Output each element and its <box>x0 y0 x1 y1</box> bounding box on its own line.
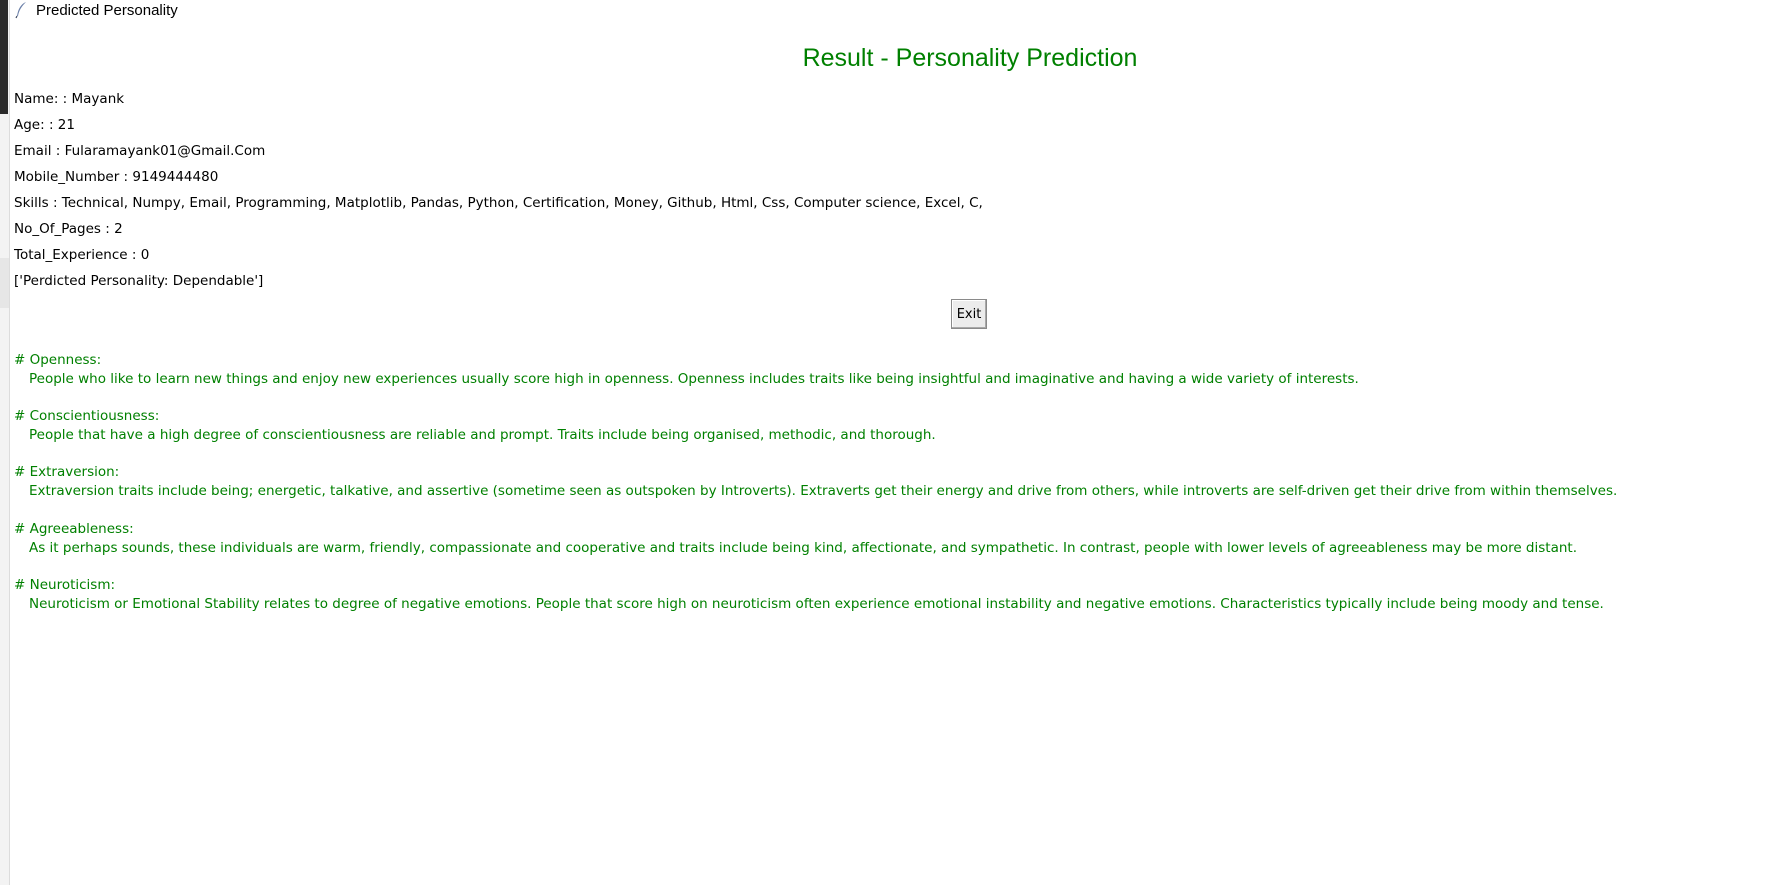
feather-icon <box>14 1 30 19</box>
edge-highlight <box>0 258 9 308</box>
age-line: Age: : 21 <box>14 117 75 133</box>
experience-line: Total_Experience : 0 <box>14 247 150 263</box>
trait-description-extraversion: Extraversion traits include being; energ… <box>29 483 1618 499</box>
prediction-line: ['Perdicted Personality: Dependable'] <box>14 273 264 289</box>
page-title: Result - Personality Prediction <box>802 44 1138 72</box>
email-line: Email : Fularamayank01@Gmail.Com <box>14 143 266 159</box>
title-bar: Predicted Personality <box>14 0 178 20</box>
trait-heading-neuroticism: # Neuroticism: <box>14 577 116 593</box>
trait-heading-conscientiousness: # Conscientiousness: <box>14 408 160 424</box>
skills-line: Skills : Technical, Numpy, Email, Progra… <box>14 195 983 211</box>
window-title: Predicted Personality <box>36 1 178 19</box>
trait-description-openness: People who like to learn new things and … <box>29 371 1359 387</box>
name-line: Name: : Mayank <box>14 91 125 107</box>
trait-description-conscientiousness: People that have a high degree of consci… <box>29 427 936 443</box>
trait-heading-extraversion: # Extraversion: <box>14 464 120 480</box>
left-window-edge <box>0 0 10 885</box>
pages-line: No_Of_Pages : 2 <box>14 221 123 237</box>
trait-heading-openness: # Openness: <box>14 352 102 368</box>
trait-description-neuroticism: Neuroticism or Emotional Stability relat… <box>29 596 1604 612</box>
trait-heading-agreeableness: # Agreeableness: <box>14 521 134 537</box>
trait-description-agreeableness: As it perhaps sounds, these individuals … <box>29 540 1577 556</box>
mobile-line: Mobile_Number : 9149444480 <box>14 169 219 185</box>
exit-button[interactable]: Exit <box>951 299 987 329</box>
